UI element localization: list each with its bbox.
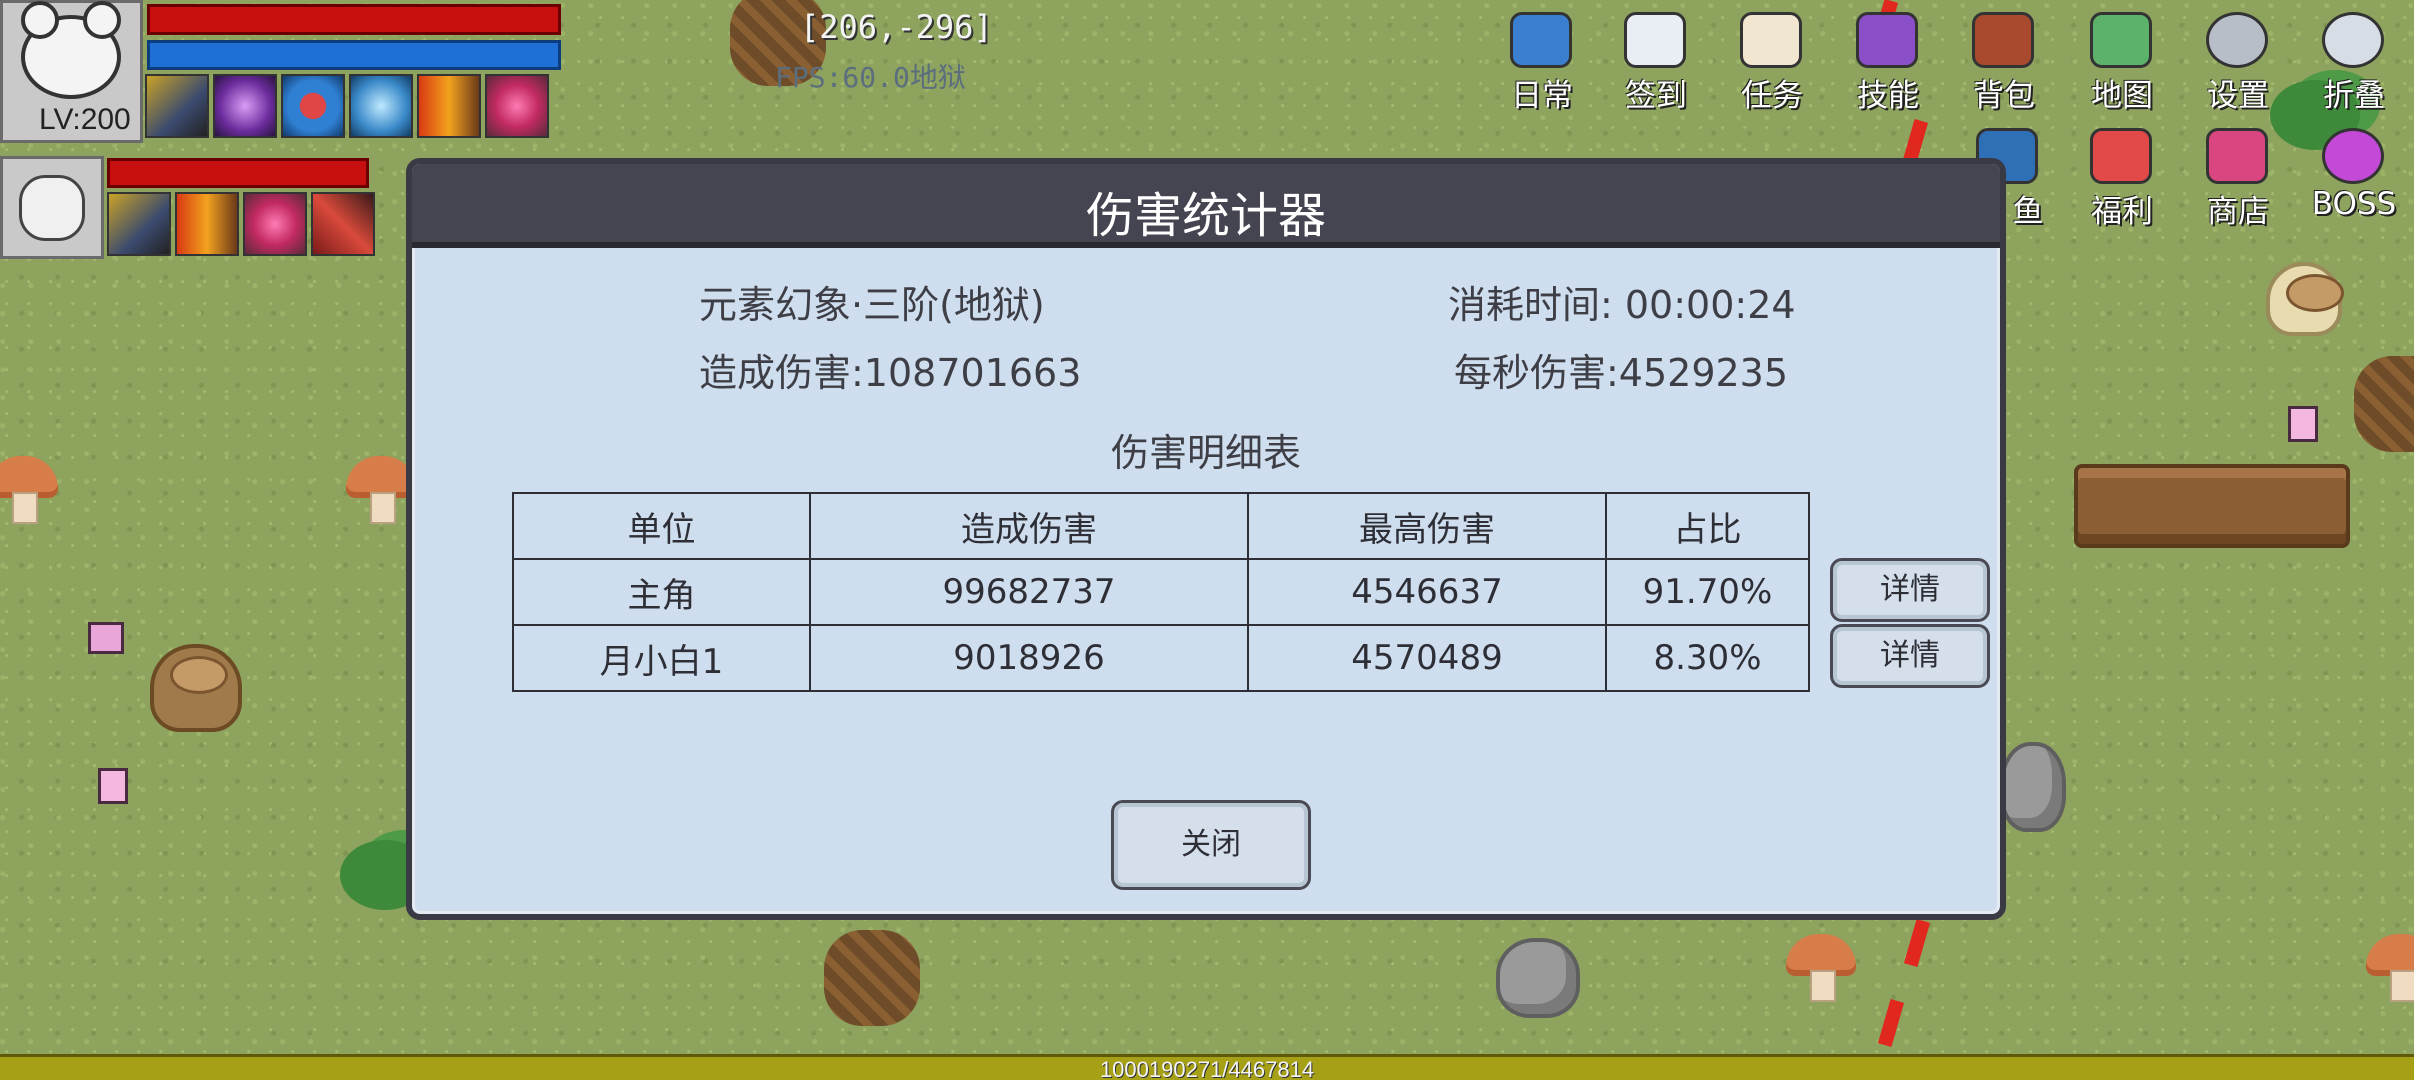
close-button[interactable]: 关闭 [1111,800,1311,890]
map-icon [2090,12,2152,68]
menu-quest-button[interactable]: 任务 [1720,6,1824,114]
column-header-unit: 单位 [512,492,811,560]
damage-table: 单位 造成伤害 最高伤害 占比 主角 99682737 4546637 91.7… [512,492,1810,692]
backpack-icon [1972,12,2034,68]
menu-backpack-button[interactable]: 背包 [1952,6,2056,114]
tree-roots [2354,356,2414,452]
fold-icon [2322,12,2384,68]
pink-sprite [88,622,124,654]
purple-rune-skill-icon[interactable] [213,74,277,138]
table-header-row: 单位 造成伤害 最高伤害 占比 [512,492,1810,560]
player-hp-bar [147,4,561,35]
mushroom [0,456,58,524]
menu-signin-button[interactable]: 签到 [1604,6,1708,114]
column-header-damage: 造成伤害 [809,492,1249,560]
gift-icon [2090,128,2152,184]
shop-icon [2206,128,2268,184]
table-row: 主角 99682737 4546637 91.70% [512,558,1810,626]
damage-stats-dialog: 伤害统计器 元素幻象·三阶(地狱) 消耗时间: 00:00:24 造成伤害:10… [406,158,2006,920]
pink-burst-skill-icon[interactable] [243,192,307,256]
detail-button-main[interactable]: 详情 [1830,558,1990,622]
pet-portrait[interactable] [0,156,104,259]
gear-icon [2206,12,2268,68]
menu-welfare-button[interactable]: 福利 [2070,122,2174,230]
fire-lance-skill-icon[interactable] [175,192,239,256]
max-damage-cell: 4570489 [1247,624,1607,692]
red-slash-skill-icon[interactable] [311,192,375,256]
mushroom [1786,934,1856,1002]
menu-shop-button[interactable]: 商店 [2186,122,2290,230]
path-marker [1877,998,1905,1048]
signin-newspaper-icon [1624,12,1686,68]
column-header-max-damage: 最高伤害 [1247,492,1607,560]
ice-skill-icon[interactable] [349,74,413,138]
experience-bar: 1000190271/4467814 [0,1054,2414,1080]
player-portrait[interactable]: LV:200 [0,0,143,143]
damage-cell: 9018926 [809,624,1249,692]
dialog-title: 伤害统计器 [1085,188,1326,244]
rock [1496,938,1580,1018]
dialog-header: 伤害统计器 [412,164,2000,248]
pet-avatar [19,175,85,241]
path-marker [1903,918,1931,968]
pet-skill-bar [107,192,375,256]
quest-scroll-icon [1740,12,1802,68]
menu-settings-button[interactable]: 设置 [2186,6,2290,114]
tree-stump [150,644,242,732]
fps-readout: FPS:60.0地狱 [775,61,966,94]
menu-skill-button[interactable]: 技能 [1836,6,1940,114]
unit-cell: 主角 [512,558,811,626]
player-skill-bar [145,74,549,138]
total-damage: 造成伤害:108701663 [699,351,1082,395]
max-damage-cell: 4546637 [1247,558,1607,626]
table-row: 月小白1 9018926 4570489 8.30% [512,624,1810,692]
fire-lance-skill-icon[interactable] [417,74,481,138]
damage-table-title: 伤害明细表 [1110,431,1301,475]
ratio-cell: 8.30% [1605,624,1810,692]
unit-cell: 月小白1 [512,624,811,692]
menu-boss-button[interactable]: BOSS [2302,122,2406,222]
boss-icon [2322,128,2384,184]
player-level: LV:200 [39,103,131,136]
pink-sprite [2288,406,2318,442]
fallen-log [2074,464,2350,548]
detail-button-pet[interactable]: 详情 [1830,624,1990,688]
stage-name: 元素幻象·三阶(地狱) [699,283,1045,327]
experience-text: 1000190271/4467814 [1099,1057,1315,1080]
pink-burst-skill-icon[interactable] [485,74,549,138]
menu-fold-button[interactable]: 折叠 [2302,6,2406,114]
coordinates-readout: [206,-296] [800,8,993,46]
ratio-cell: 91.70% [1605,558,1810,626]
damage-cell: 99682737 [809,558,1249,626]
elapsed-time: 消耗时间: 00:00:24 [1448,283,1796,327]
player-avatar [21,1,121,99]
column-header-ratio: 占比 [1605,492,1810,560]
tree-roots [824,930,920,1026]
menu-daily-button[interactable]: 日常 [1490,6,1594,114]
skill-book-icon [1856,12,1918,68]
rock [2000,742,2066,832]
pet-hp-bar [107,158,369,188]
damage-per-second: 每秒伤害:4529235 [1454,351,1789,395]
menu-map-button[interactable]: 地图 [2070,6,2174,114]
player-mp-bar [147,40,561,70]
daily-clipboard-icon [1510,12,1572,68]
knight-skill-icon[interactable] [107,192,171,256]
mushroom [2366,934,2414,1002]
tree-stump [2266,262,2344,336]
knight-skill-icon[interactable] [145,74,209,138]
shield-skill-icon[interactable] [281,74,345,138]
pink-sprite [98,768,128,804]
